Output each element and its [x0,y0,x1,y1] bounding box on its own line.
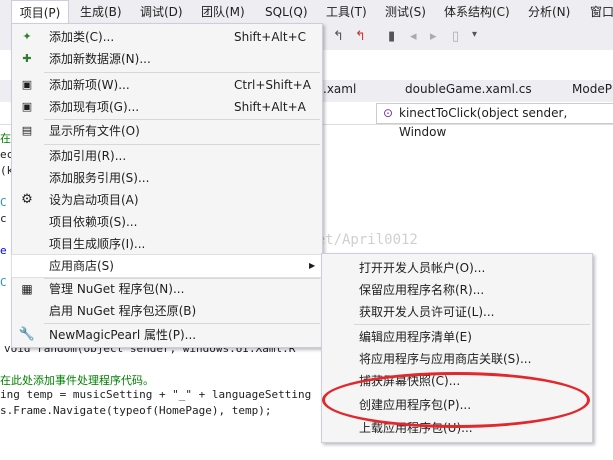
menu-team[interactable]: 团队(M) [201,0,245,24]
menu-tools[interactable]: 工具(T) [326,0,367,24]
code-line: C [0,276,7,289]
toolbar-overflow-icon[interactable]: ▾ [472,29,477,40]
menu-item-set-startup-project[interactable]: ⚙ 设为启动项目(A) [12,189,322,211]
project-menu: ✦ 添加类(C)... Shift+Alt+C ✚ 添加新数据源(N)... ▣… [11,23,323,348]
add-new-item-icon: ▣ [21,78,33,91]
code-line: C [0,196,7,209]
menu-item-show-all-files[interactable]: ▤ 显示所有文件(O) [12,120,322,142]
code-line: 在 [0,132,11,145]
toolbar-prev-bookmark-icon[interactable]: ◂ [410,29,417,44]
menu-item-add-class[interactable]: ✦ 添加类(C)... Shift+Alt+C [12,26,322,48]
menu-project[interactable]: 项目(P) [11,0,69,24]
menu-item-manage-nuget[interactable]: ▦ 管理 NuGet 程序包(N)... [12,278,322,300]
code-line: s.Frame.Navigate(typeof(HomePage), temp)… [0,404,272,417]
tab-modep[interactable]: ModeP [572,82,612,96]
menu-item-add-service-reference[interactable]: 添加服务引用(S)... [12,167,322,189]
menu-separator [44,72,320,73]
menu-item-properties[interactable]: 🔧 NewMagicPearl 属性(P)... [12,324,322,346]
add-class-icon: ✦ [22,30,32,43]
add-existing-item-icon: ▣ [21,100,33,113]
menu-item-add-existing-item[interactable]: ▣ 添加现有项(G)... Shift+Alt+A [12,96,322,118]
gear-icon: ⚙ [21,192,33,207]
code-comment: 在此处添加事件处理程序代码。 [0,374,154,387]
submenu-arrow-icon: ▶ [309,261,316,270]
toolbar-clear-icon[interactable]: ↰ [355,29,366,44]
menu-item-add-reference[interactable]: 添加引用(R)... [12,145,322,167]
submenu-item-edit-app-manifest[interactable]: 编辑应用程序清单(E) [322,326,592,348]
menu-sql[interactable]: SQL(Q) [265,0,308,24]
tab-doublegame-xaml-cs[interactable]: doubleGame.xaml.cs [405,82,532,96]
show-all-files-icon: ▤ [21,124,33,137]
tab-xaml[interactable]: .xaml [323,82,356,96]
menu-item-add-datasource[interactable]: ✚ 添加新数据源(N)... [12,48,322,70]
submenu-item-get-developer-license[interactable]: 获取开发人员许可证(L)... [322,301,592,323]
code-line: e [0,244,7,257]
highlight-ellipse [322,372,590,428]
method-dropdown[interactable]: ⊙ kinectToClick(object sender, Window [376,103,613,139]
menu-item-enable-nuget-restore[interactable]: 启用 NuGet 程序包还原(B) [12,300,322,322]
toolbar-next-bookmark-icon[interactable]: ▸ [430,29,437,44]
menu-item-store[interactable]: 应用商店(S) ▶ [11,254,323,278]
toolbar-toggle-icon[interactable]: ▯ [452,29,459,44]
code-line: ing temp = musicSetting + "_" + language… [0,388,312,401]
menu-window[interactable]: 窗口 [590,0,613,24]
menu-item-project-dependencies[interactable]: 项目依赖项(S)... [12,211,322,233]
menu-test[interactable]: 测试(S) [385,0,426,24]
code-line: c [0,212,7,225]
menu-debug[interactable]: 调试(D) [140,0,183,24]
toolbar-flag-icon[interactable]: ▮ [388,29,395,44]
method-icon: ⊙ [383,106,394,120]
menu-item-project-build-order[interactable]: 项目生成顺序(I)... [12,233,322,255]
add-datasource-icon: ✚ [22,52,32,65]
menu-architecture[interactable]: 体系结构(C) [444,0,510,24]
wrench-icon: 🔧 [18,327,36,342]
menu-analyze[interactable]: 分析(N) [528,0,570,24]
nuget-icon: ▦ [21,282,33,296]
menu-build[interactable]: 生成(B) [80,0,122,24]
toolbar-bookmark-icon[interactable]: ↰ [333,29,344,44]
menu-item-add-new-item[interactable]: ▣ 添加新项(W)... Ctrl+Shift+A [12,74,322,96]
submenu-separator [354,324,590,325]
submenu-item-open-developer-account[interactable]: 打开开发人员帐户(O)... [322,257,592,279]
submenu-item-associate-app-with-store[interactable]: 将应用程序与应用商店关联(S)... [322,348,592,370]
submenu-item-reserve-app-name[interactable]: 保留应用程序名称(R)... [322,279,592,301]
